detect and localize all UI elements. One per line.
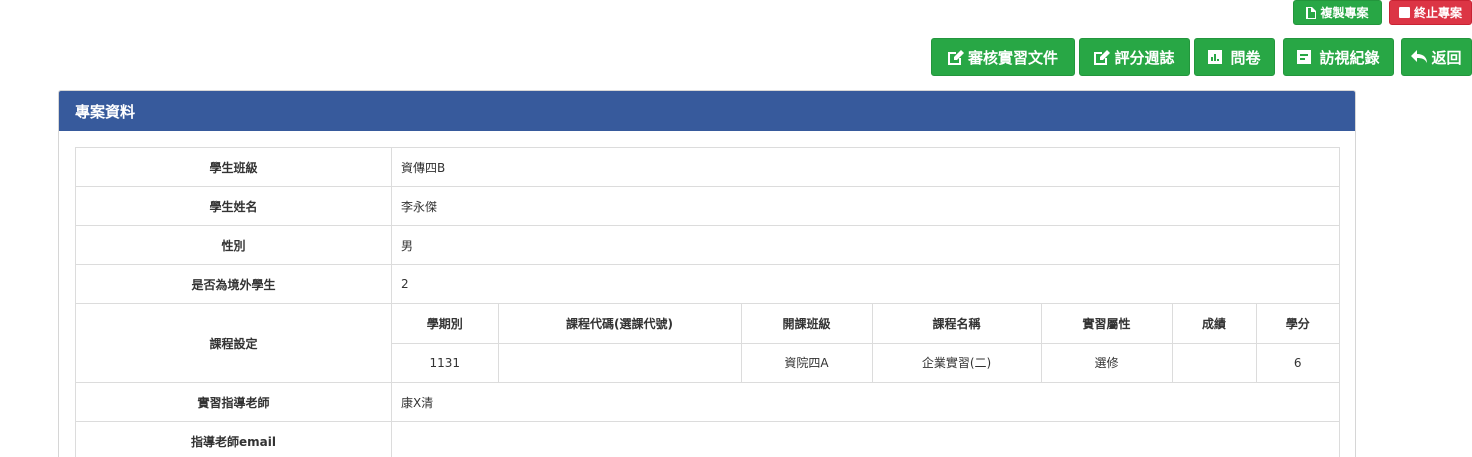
class-value: 資傳四B	[391, 147, 1340, 187]
course-credits: 6	[1255, 343, 1339, 382]
project-info-table: 學生班級 資傳四B 學生姓名 李永傑 性別 男 是否為境外學生 2 課程設定 學…	[75, 147, 1340, 457]
review-docs-button[interactable]: 審核實習文件	[931, 38, 1075, 76]
course-header-code: 課程代碼(選課代號)	[497, 304, 741, 344]
table-row: 指導老師email	[75, 421, 1340, 457]
overseas-value: 2	[391, 264, 1340, 304]
name-label: 學生姓名	[75, 186, 392, 226]
table-row: 實習指導老師 康X清	[75, 382, 1340, 422]
course-header-grade: 成績	[1171, 304, 1256, 344]
email-label: 指導老師email	[75, 421, 392, 457]
course-term: 1131	[429, 355, 461, 370]
teacher-value: 康X清	[391, 382, 1340, 422]
back-label: 返回	[1431, 48, 1462, 67]
course-header-name: 課程名稱	[871, 304, 1041, 344]
overseas-label: 是否為境外學生	[75, 264, 392, 304]
table-row: 性別 男	[75, 225, 1340, 265]
card-title: 專案資料	[75, 102, 136, 121]
edit-icon	[1094, 49, 1111, 65]
copy-project-button[interactable]: 複製專案	[1293, 0, 1382, 25]
course-table: 學期別 課程代碼(選課代號) 開課班級 課程名稱 實習屬性 成績 學分 1131…	[392, 304, 1339, 382]
course-type: 選修	[1040, 343, 1172, 382]
survey-button[interactable]: 問卷	[1194, 38, 1275, 76]
card-header: 專案資料	[59, 91, 1355, 131]
course-name: 企業實習(二)	[871, 343, 1041, 382]
name-value: 李永傑	[391, 186, 1340, 226]
survey-label: 問卷	[1230, 48, 1261, 67]
stop-icon	[1398, 7, 1410, 18]
gender-label: 性別	[75, 225, 392, 265]
gender-value: 男	[391, 225, 1340, 265]
table-row: 學生姓名 李永傑	[75, 186, 1340, 226]
document-list-icon	[1297, 50, 1312, 64]
course-code	[497, 343, 741, 382]
reply-arrow-icon	[1411, 50, 1428, 63]
class-label: 學生班級	[75, 147, 392, 187]
course-class: 資院四A	[740, 343, 872, 382]
end-project-button[interactable]: 終止專案	[1389, 0, 1472, 25]
course-label: 課程設定	[75, 303, 392, 383]
table-row: 1131 資院四A 企業實習(二) 選修 6	[392, 343, 1339, 382]
course-grade	[1171, 343, 1256, 382]
course-header-row: 學期別 課程代碼(選課代號) 開課班級 課程名稱 實習屬性 成績 學分	[392, 304, 1339, 344]
file-icon	[1306, 6, 1317, 19]
copy-project-label: 複製專案	[1320, 6, 1369, 20]
grade-weekly-label: 評分週誌	[1114, 48, 1175, 67]
review-docs-label: 審核實習文件	[967, 48, 1058, 67]
back-button[interactable]: 返回	[1401, 38, 1472, 76]
visit-records-button[interactable]: 訪視紀錄	[1283, 38, 1394, 76]
course-header-term: 學期別	[392, 304, 498, 344]
email-value	[391, 421, 1340, 457]
visit-records-label: 訪視紀錄	[1319, 48, 1380, 67]
table-row: 課程設定 學期別 課程代碼(選課代號) 開課班級 課程名稱 實習屬性 成績 學分	[75, 303, 1340, 383]
end-project-label: 終止專案	[1413, 6, 1462, 20]
table-row: 學生班級 資傳四B	[75, 147, 1340, 187]
teacher-label: 實習指導老師	[75, 382, 392, 422]
grade-weekly-button[interactable]: 評分週誌	[1079, 38, 1190, 76]
table-row: 是否為境外學生 2	[75, 264, 1340, 304]
bar-chart-icon	[1208, 50, 1223, 64]
course-header-credits: 學分	[1255, 304, 1339, 344]
course-cell: 學期別 課程代碼(選課代號) 開課班級 課程名稱 實習屬性 成績 學分 1131…	[391, 303, 1340, 383]
edit-icon	[947, 49, 964, 65]
course-header-type: 實習屬性	[1040, 304, 1172, 344]
project-info-card: 專案資料 學生班級 資傳四B 學生姓名 李永傑 性別 男 是否為境外學生 2 課…	[58, 90, 1356, 457]
course-header-class: 開課班級	[740, 304, 872, 344]
